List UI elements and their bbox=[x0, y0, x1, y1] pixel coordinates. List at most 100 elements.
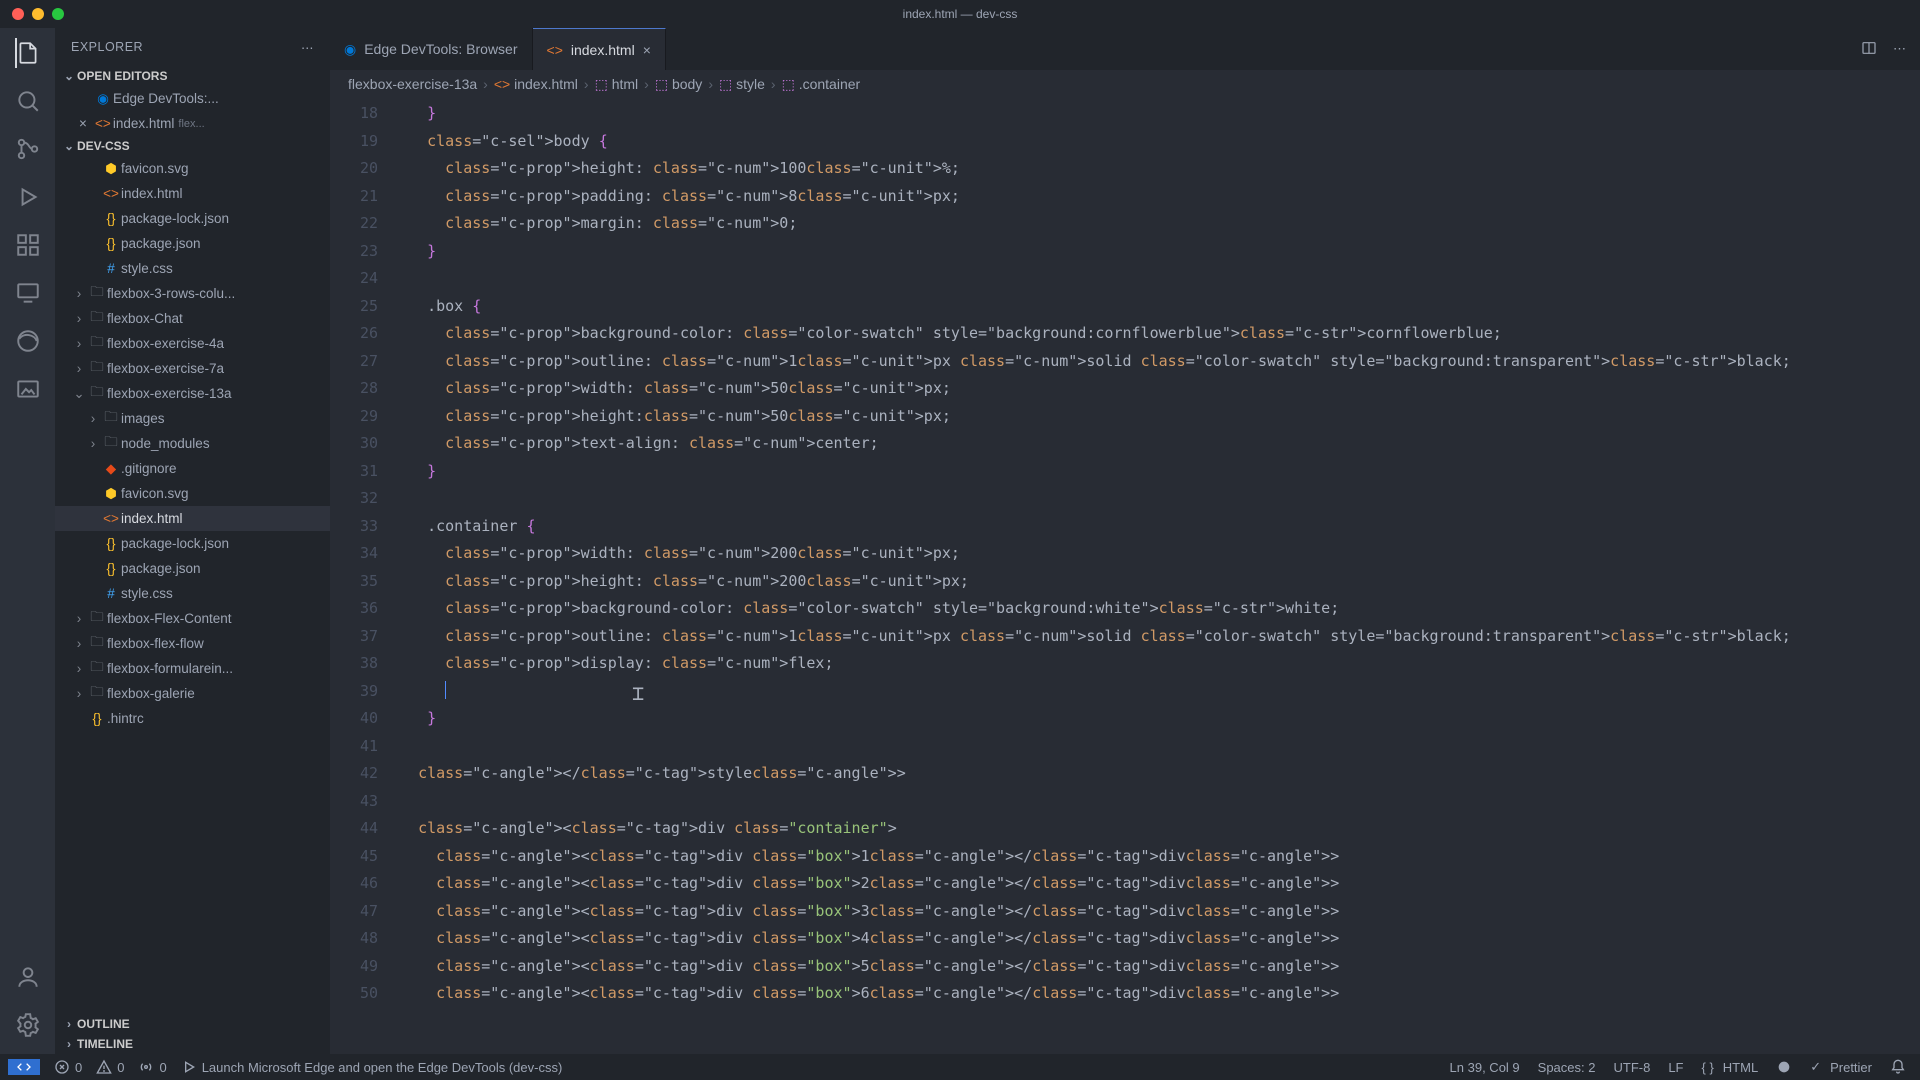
tree-item[interactable]: {}package-lock.json bbox=[55, 531, 330, 556]
file-label: package-lock.json bbox=[121, 536, 229, 551]
prettier-status[interactable]: ✓Prettier bbox=[1810, 1059, 1872, 1075]
tree-item[interactable]: ›🗀flexbox-3-rows-colu... bbox=[55, 281, 330, 306]
symbol-icon: ⬚ bbox=[782, 76, 795, 92]
editor-tab[interactable]: ◉Edge DevTools: Browser bbox=[330, 28, 533, 70]
ports-count[interactable]: 0 bbox=[138, 1059, 166, 1075]
folder-icon: 🗀 bbox=[87, 382, 107, 405]
indentation[interactable]: Spaces: 2 bbox=[1538, 1060, 1596, 1075]
json-icon: {} bbox=[101, 561, 121, 576]
remote-explorer-icon[interactable] bbox=[15, 280, 41, 306]
breadcrumb-item[interactable]: <> index.html bbox=[494, 76, 578, 92]
maximize-window-icon[interactable] bbox=[52, 8, 64, 20]
tree-item[interactable]: ›🗀flexbox-exercise-4a bbox=[55, 331, 330, 356]
file-label: .hintrc bbox=[107, 711, 144, 726]
line-gutter: 1819202122232425262728293031323334353637… bbox=[330, 98, 400, 1054]
tree-item[interactable]: ›🗀flexbox-flex-flow bbox=[55, 631, 330, 656]
tab-label: index.html bbox=[571, 42, 635, 58]
breadcrumb-item[interactable]: ⬚ style bbox=[719, 76, 765, 93]
open-editor-item[interactable]: ×<>index.htmlflex... bbox=[55, 111, 330, 136]
language-mode[interactable]: { }HTML bbox=[1702, 1060, 1759, 1075]
html-icon: <> bbox=[101, 511, 121, 526]
breadcrumb[interactable]: flexbox-exercise-13a›<> index.html›⬚ htm… bbox=[330, 70, 1920, 98]
close-window-icon[interactable] bbox=[12, 8, 24, 20]
breadcrumb-item[interactable]: ⬚ .container bbox=[782, 76, 861, 93]
close-icon[interactable]: × bbox=[79, 116, 87, 131]
account-icon[interactable] bbox=[15, 964, 41, 990]
extensions-icon[interactable] bbox=[15, 232, 41, 258]
folder-icon: 🗀 bbox=[87, 282, 107, 305]
chevron-down-icon: ⌄ bbox=[61, 139, 77, 153]
tree-item[interactable]: {}.hintrc bbox=[55, 706, 330, 731]
tree-item[interactable]: ›🗀images bbox=[55, 406, 330, 431]
breadcrumb-item[interactable]: ⬚ body bbox=[655, 76, 702, 93]
open-editors-section[interactable]: ⌄ OPEN EDITORS bbox=[55, 66, 330, 86]
editor-tab[interactable]: <>index.html× bbox=[533, 28, 666, 70]
explorer-label: EXPLORER bbox=[71, 40, 143, 54]
window-controls[interactable] bbox=[0, 8, 64, 20]
code-editor[interactable]: 1819202122232425262728293031323334353637… bbox=[330, 98, 1920, 1054]
twisty-icon: › bbox=[71, 336, 87, 351]
symbol-icon: ⬚ bbox=[719, 76, 732, 92]
tree-item[interactable]: ⌄🗀flexbox-exercise-13a bbox=[55, 381, 330, 406]
html-icon: <> bbox=[494, 76, 510, 92]
launch-edge-button[interactable]: Launch Microsoft Edge and open the Edge … bbox=[181, 1059, 563, 1075]
twisty-icon: ⌄ bbox=[71, 386, 87, 402]
editor-tabs: ◉Edge DevTools: Browser<>index.html× ⋯ bbox=[330, 28, 1920, 70]
minimize-window-icon[interactable] bbox=[32, 8, 44, 20]
chevron-right-icon: › bbox=[61, 1017, 77, 1031]
source-control-icon[interactable] bbox=[15, 136, 41, 162]
close-tab-icon[interactable]: × bbox=[643, 42, 651, 58]
errors-count[interactable]: 0 bbox=[54, 1059, 82, 1075]
eol[interactable]: LF bbox=[1668, 1060, 1683, 1075]
remote-indicator[interactable] bbox=[8, 1059, 40, 1075]
tree-item[interactable]: #style.css bbox=[55, 256, 330, 281]
code-content[interactable]: } class="c-sel">body { class="c-prop">he… bbox=[400, 98, 1920, 1054]
tree-item[interactable]: {}package-lock.json bbox=[55, 206, 330, 231]
project-section[interactable]: ⌄ DEV-CSS bbox=[55, 136, 330, 156]
tree-item[interactable]: ›🗀flexbox-Chat bbox=[55, 306, 330, 331]
outline-section[interactable]: › OUTLINE bbox=[55, 1014, 330, 1034]
twisty-icon: › bbox=[71, 611, 87, 626]
file-label: .gitignore bbox=[121, 461, 177, 476]
notifications-icon[interactable] bbox=[1890, 1059, 1906, 1075]
tree-item[interactable]: ›🗀node_modules bbox=[55, 431, 330, 456]
chevron-down-icon: ⌄ bbox=[61, 69, 77, 83]
breadcrumb-label: html bbox=[612, 76, 638, 92]
activity-bar bbox=[0, 28, 55, 1054]
cursor-position[interactable]: Ln 39, Col 9 bbox=[1450, 1060, 1520, 1075]
tree-item[interactable]: ⬢favicon.svg bbox=[55, 156, 330, 181]
explorer-more-icon[interactable]: ⋯ bbox=[301, 40, 314, 55]
tree-item[interactable]: ›🗀flexbox-formularein... bbox=[55, 656, 330, 681]
warnings-count[interactable]: 0 bbox=[96, 1059, 124, 1075]
file-label: style.css bbox=[121, 586, 173, 601]
settings-gear-icon[interactable] bbox=[15, 1012, 41, 1038]
timeline-section[interactable]: › TIMELINE bbox=[55, 1034, 330, 1054]
open-editor-item[interactable]: ◉Edge DevTools:... bbox=[55, 86, 330, 111]
tree-item[interactable]: ›🗀flexbox-galerie bbox=[55, 681, 330, 706]
explorer-icon[interactable] bbox=[15, 40, 41, 66]
breadcrumb-item[interactable]: flexbox-exercise-13a bbox=[348, 76, 477, 92]
css-icon: # bbox=[101, 261, 121, 276]
tree-item[interactable]: ›🗀flexbox-Flex-Content bbox=[55, 606, 330, 631]
edge-tools-icon[interactable] bbox=[15, 328, 41, 354]
folder-icon: 🗀 bbox=[87, 657, 107, 680]
search-icon[interactable] bbox=[15, 88, 41, 114]
tree-item[interactable]: {}package.json bbox=[55, 556, 330, 581]
encoding[interactable]: UTF-8 bbox=[1613, 1060, 1650, 1075]
tree-item[interactable]: <>index.html bbox=[55, 506, 330, 531]
file-label: flexbox-flex-flow bbox=[107, 636, 204, 651]
tree-item[interactable]: <>index.html bbox=[55, 181, 330, 206]
tree-item[interactable]: #style.css bbox=[55, 581, 330, 606]
run-debug-icon[interactable] bbox=[15, 184, 41, 210]
more-actions-icon[interactable]: ⋯ bbox=[1893, 41, 1906, 57]
split-editor-icon[interactable] bbox=[1861, 40, 1877, 59]
json-icon: {} bbox=[101, 236, 121, 251]
copilot-icon[interactable] bbox=[1776, 1059, 1792, 1075]
breadcrumb-item[interactable]: ⬚ html bbox=[595, 76, 639, 93]
tree-item[interactable]: {}package.json bbox=[55, 231, 330, 256]
tree-item[interactable]: ⬢favicon.svg bbox=[55, 481, 330, 506]
file-label: Edge DevTools:... bbox=[113, 91, 219, 106]
tree-item[interactable]: ◆.gitignore bbox=[55, 456, 330, 481]
tree-item[interactable]: ›🗀flexbox-exercise-7a bbox=[55, 356, 330, 381]
image-preview-icon[interactable] bbox=[15, 376, 41, 402]
